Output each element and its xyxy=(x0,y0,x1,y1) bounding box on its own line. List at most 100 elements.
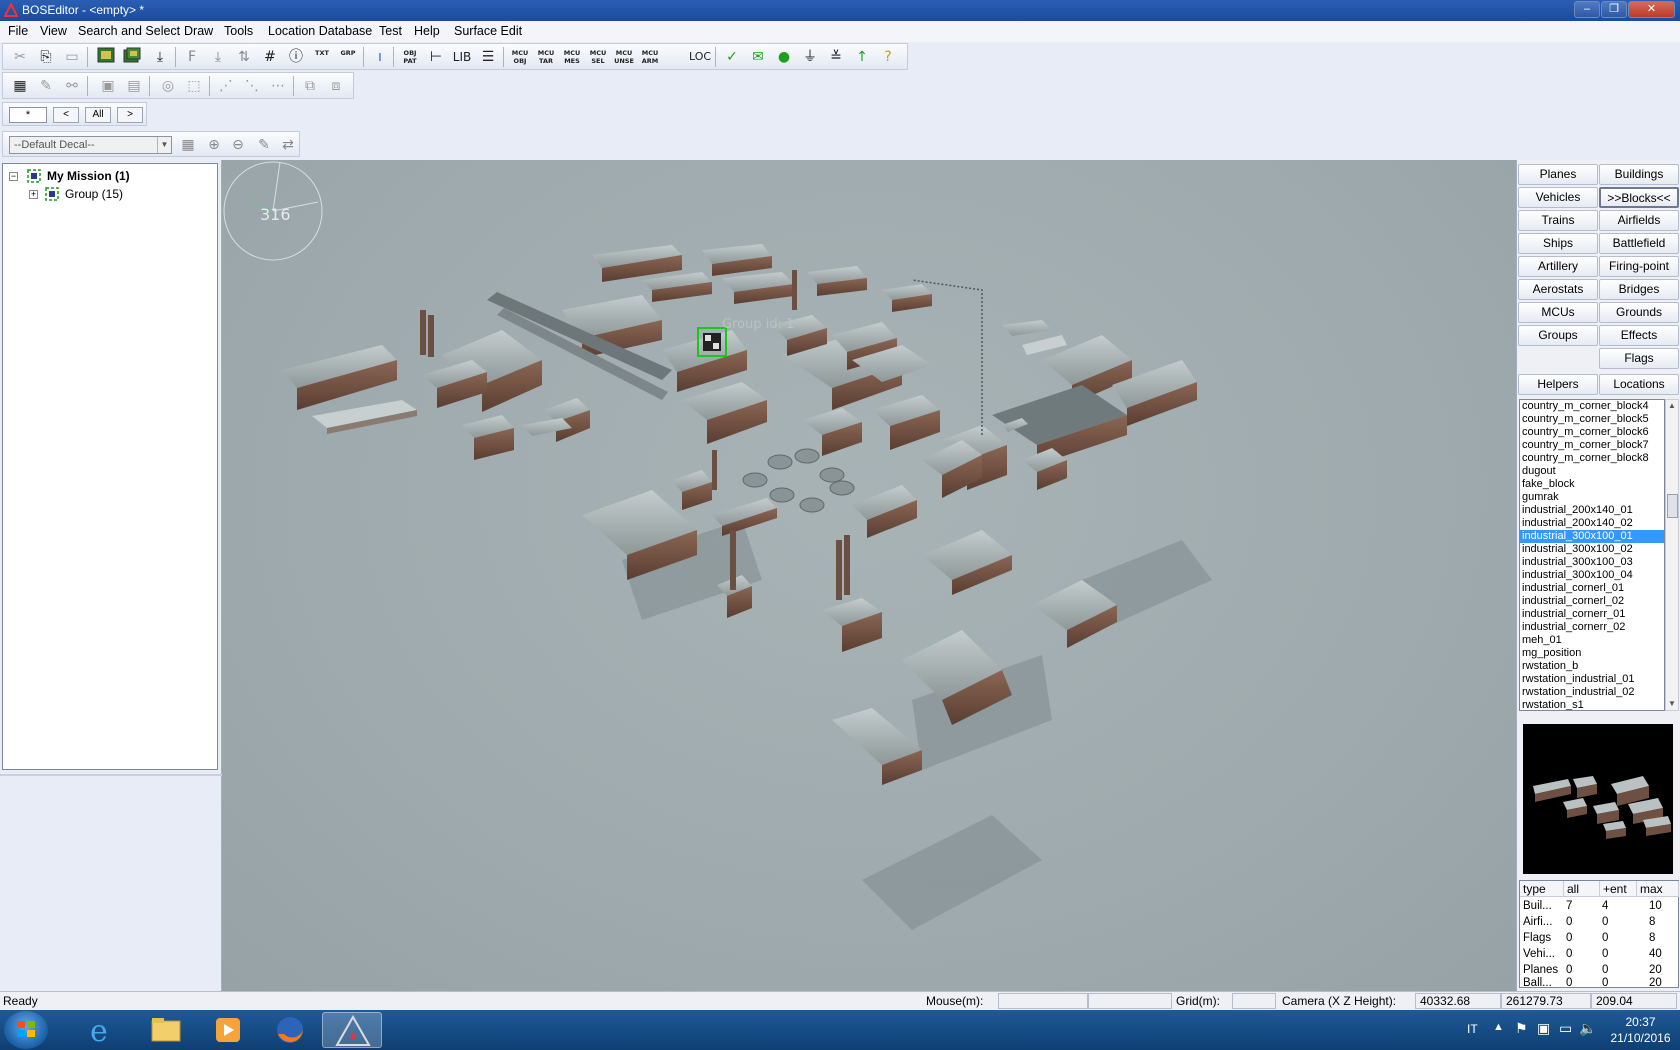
map-layers-icon[interactable] xyxy=(121,47,143,67)
checker-icon[interactable]: ▦ xyxy=(9,76,31,96)
show-hidden-icons-icon[interactable]: ▲ xyxy=(1493,1021,1504,1033)
start-button[interactable] xyxy=(4,1011,48,1049)
list-item[interactable]: country_m_corner_block6 xyxy=(1520,426,1664,439)
copy-object-icon[interactable]: ⧉ xyxy=(299,76,321,96)
list-item[interactable]: industrial_cornerr_01 xyxy=(1520,608,1664,621)
language-indicator[interactable]: IT xyxy=(1467,1022,1478,1036)
select-rect-icon[interactable]: ⬚ xyxy=(183,76,205,96)
taskbar-firefox[interactable] xyxy=(260,1012,320,1048)
checkmark-icon[interactable]: ✓ xyxy=(721,47,743,67)
flag-icon[interactable]: ⚑ xyxy=(1515,1020,1528,1037)
category-flags-button[interactable]: Flags xyxy=(1599,348,1679,369)
list-item[interactable]: rwstation_industrial_01 xyxy=(1520,673,1664,686)
category-firing-point-button[interactable]: Firing-point xyxy=(1599,256,1679,277)
category-bridges-button[interactable]: Bridges xyxy=(1599,279,1679,300)
menu-help[interactable]: Help xyxy=(414,24,440,38)
3d-viewport[interactable]: 316 Group id: 1 xyxy=(222,160,1516,991)
map-icon[interactable] xyxy=(95,47,117,67)
category-grounds-button[interactable]: Grounds xyxy=(1599,302,1679,323)
mcu-mes-button[interactable]: MCU MES xyxy=(561,47,583,67)
path-node-icon[interactable]: ⋯ xyxy=(267,76,289,96)
category-ships-button[interactable]: Ships xyxy=(1518,233,1598,254)
axis-icon[interactable]: ⊢ xyxy=(425,47,447,67)
list-item[interactable]: industrial_cornerr_02 xyxy=(1520,621,1664,634)
category-aerostats-button[interactable]: Aerostats xyxy=(1518,279,1598,300)
locations-button[interactable]: Locations xyxy=(1599,374,1679,395)
decal-remove-icon[interactable]: ⊖ xyxy=(227,135,249,155)
grid-icon[interactable]: # xyxy=(259,47,281,67)
path-icon[interactable]: ⋰ xyxy=(215,76,237,96)
list-item[interactable]: meh_01 xyxy=(1520,634,1664,647)
close-button[interactable]: ✕ xyxy=(1628,1,1675,18)
waypoint-list-icon[interactable]: ≚ xyxy=(825,47,847,67)
wand-icon[interactable]: ✎ xyxy=(35,76,57,96)
taskbar-media-player[interactable] xyxy=(198,1012,258,1048)
panel-splitter[interactable] xyxy=(0,774,222,776)
category-vehicles-button[interactable]: Vehicles xyxy=(1518,187,1598,208)
menu-tools[interactable]: Tools xyxy=(224,24,253,38)
help-icon[interactable]: ? xyxy=(877,47,899,67)
list-item[interactable]: industrial_200x140_01 xyxy=(1520,504,1664,517)
loc-button[interactable]: LOC xyxy=(689,47,711,67)
decal-dropdown[interactable]: --Default Decal-- ▼ xyxy=(9,136,172,154)
collapse-icon[interactable]: − xyxy=(9,172,18,181)
all-button[interactable]: All xyxy=(85,107,111,123)
list-item[interactable]: dugout xyxy=(1520,465,1664,478)
category-battlefield-button[interactable]: Battlefield xyxy=(1599,233,1679,254)
mcu-sel-button[interactable]: MCU SEL xyxy=(587,47,609,67)
column-header-all[interactable]: all xyxy=(1564,881,1600,897)
category-buildings-button[interactable]: Buildings xyxy=(1599,164,1679,185)
list-item[interactable]: industrial_300x100_04 xyxy=(1520,569,1664,582)
list-item[interactable]: rwstation_industrial_02 xyxy=(1520,686,1664,699)
mcu-unse-button[interactable]: MCU UNSE xyxy=(613,47,635,67)
tree-node-mission[interactable]: − My Mission (1) xyxy=(7,168,217,184)
minimize-button[interactable]: – xyxy=(1574,1,1600,18)
import-icon[interactable]: ⤓ xyxy=(149,47,171,67)
category-mcus-button[interactable]: MCUs xyxy=(1518,302,1598,323)
link-icon[interactable]: ⚯ xyxy=(61,76,83,96)
up-arrow-icon[interactable]: ↑ xyxy=(851,47,873,67)
maximize-button[interactable]: ❐ xyxy=(1601,1,1627,18)
list-item[interactable]: country_m_corner_block4 xyxy=(1520,400,1664,413)
list-item[interactable]: industrial_300x100_02 xyxy=(1520,543,1664,556)
filter-field[interactable]: * xyxy=(9,107,47,123)
network-icon[interactable]: ▣ xyxy=(1537,1020,1550,1037)
decal-apply-icon[interactable]: ⇄ xyxy=(277,135,299,155)
group-toggle-button[interactable]: GRP xyxy=(337,47,359,67)
copy-icon[interactable]: ⎘ xyxy=(35,47,57,67)
dot-icon[interactable]: ● xyxy=(773,47,795,67)
text-toggle-button[interactable]: TXT xyxy=(311,47,333,67)
category-artillery-button[interactable]: Artillery xyxy=(1518,256,1598,277)
rotate-icon[interactable]: ◎ xyxy=(157,76,179,96)
list-item[interactable]: country_m_corner_block7 xyxy=(1520,439,1664,452)
cut-icon[interactable]: ✂ xyxy=(9,47,31,67)
scroll-thumb[interactable] xyxy=(1667,494,1678,518)
column-header-max[interactable]: max xyxy=(1637,881,1679,897)
ruler-icon[interactable]: ▭ xyxy=(61,47,83,67)
mcu-arm-button[interactable]: MCU ARM xyxy=(639,47,661,67)
menu-location-database[interactable]: Location Database xyxy=(268,24,372,38)
decal-grid-icon[interactable]: ▦ xyxy=(177,135,199,155)
cursor-icon[interactable]: ı xyxy=(369,47,391,67)
menu-surface-edit[interactable]: Surface Edit xyxy=(454,24,522,38)
list-item[interactable]: country_m_corner_block8 xyxy=(1520,452,1664,465)
category-effects-button[interactable]: Effects xyxy=(1599,325,1679,346)
column-header-type[interactable]: type xyxy=(1520,881,1564,897)
menu-search-and-select[interactable]: Search and Select xyxy=(78,24,180,38)
list-item[interactable]: industrial_200x140_02 xyxy=(1520,517,1664,530)
taskbar-file-explorer[interactable] xyxy=(136,1012,196,1048)
column-header-ent[interactable]: +ent xyxy=(1600,881,1637,897)
list-item[interactable]: country_m_corner_block5 xyxy=(1520,413,1664,426)
expand-icon[interactable]: + xyxy=(29,190,38,199)
taskbar-internet-explorer[interactable]: e xyxy=(74,1012,134,1049)
scroll-up-icon[interactable]: ▲ xyxy=(1666,400,1678,412)
decal-add-icon[interactable]: ⊕ xyxy=(203,135,225,155)
helpers-button[interactable]: Helpers xyxy=(1518,374,1598,395)
list-item[interactable]: rwstation_b xyxy=(1520,660,1664,673)
drop-icon[interactable]: ⤓ xyxy=(207,47,229,67)
category-planes-button[interactable]: Planes xyxy=(1518,164,1598,185)
menu-draw[interactable]: Draw xyxy=(184,24,213,38)
sort-icon[interactable]: ⇅ xyxy=(233,47,255,67)
lib-button[interactable]: LIB xyxy=(451,47,473,67)
category-trains-button[interactable]: Trains xyxy=(1518,210,1598,231)
